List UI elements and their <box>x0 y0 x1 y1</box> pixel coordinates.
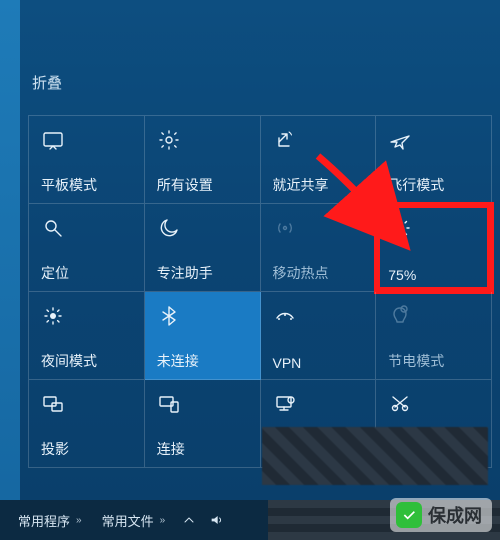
tile-label: 平板模式 <box>41 175 134 195</box>
tile-mobile-hotspot[interactable]: 移动热点 <box>261 204 377 292</box>
collapse-label[interactable]: 折叠 <box>32 72 500 93</box>
tile-label: 定位 <box>41 263 134 283</box>
battery-saver-icon <box>388 302 481 330</box>
tile-label: 飞行模式 <box>388 175 481 195</box>
night-light-icon <box>41 302 134 330</box>
tile-battery-saver[interactable]: 节电模式 <box>376 292 492 380</box>
moon-icon <box>157 214 250 242</box>
gear-icon <box>157 126 250 154</box>
censor-block <box>262 427 488 485</box>
tile-airplane-mode[interactable]: 飞行模式 <box>376 116 492 204</box>
tile-label: 投影 <box>41 439 134 459</box>
tray-overflow[interactable] <box>175 500 203 540</box>
tile-label: VPN <box>273 355 366 371</box>
connect-icon <box>157 390 250 418</box>
tile-night-light[interactable]: 夜间模式 <box>29 292 145 380</box>
network-icon <box>273 390 366 418</box>
tile-focus-assist[interactable]: 专注助手 <box>145 204 261 292</box>
tile-label: 就近共享 <box>273 175 366 195</box>
tablet-mode-icon <box>41 126 134 154</box>
tile-label: 75% <box>388 267 481 283</box>
tile-label: 夜间模式 <box>41 351 134 371</box>
desktop-sliver <box>0 0 20 540</box>
tile-location[interactable]: 定位 <box>29 204 145 292</box>
taskbar-group-label: 常用文件 <box>102 511 154 530</box>
taskbar-group-programs[interactable]: 常用程序 » <box>8 500 92 540</box>
quick-action-grid: 平板模式 所有设置 就近共享 飞行模式 定位 <box>28 115 492 468</box>
project-icon <box>41 390 134 418</box>
tile-all-settings[interactable]: 所有设置 <box>145 116 261 204</box>
tile-label: 所有设置 <box>157 175 250 195</box>
tile-vpn[interactable]: VPN <box>261 292 377 380</box>
tile-project[interactable]: 投影 <box>29 380 145 468</box>
tile-tablet-mode[interactable]: 平板模式 <box>29 116 145 204</box>
tile-label: 未连接 <box>157 351 250 371</box>
chevron-icon: » <box>76 515 82 526</box>
tile-brightness[interactable]: 75% <box>376 204 492 292</box>
location-icon <box>41 214 134 242</box>
airplane-icon <box>388 126 481 154</box>
tile-label: 节电模式 <box>388 351 481 371</box>
tray-volume[interactable] <box>203 500 231 540</box>
action-center-panel: 折叠 平板模式 所有设置 就近共享 飞行模式 <box>20 0 500 500</box>
taskbar-group-label: 常用程序 <box>18 511 70 530</box>
brightness-icon <box>388 214 481 242</box>
vpn-icon <box>273 302 366 330</box>
tile-connect[interactable]: 连接 <box>145 380 261 468</box>
taskbar-group-files[interactable]: 常用文件 » <box>92 500 176 540</box>
chevron-icon: » <box>160 515 166 526</box>
shield-icon <box>396 502 422 528</box>
tile-label: 移动热点 <box>273 263 366 283</box>
watermark: 保成网 <box>390 498 492 532</box>
tile-bluetooth[interactable]: 未连接 <box>145 292 261 380</box>
hotspot-icon <box>273 214 366 242</box>
tile-nearby-sharing[interactable]: 就近共享 <box>261 116 377 204</box>
tile-label: 专注助手 <box>157 263 250 283</box>
tile-label: 连接 <box>157 439 250 459</box>
bluetooth-icon <box>157 302 250 330</box>
share-icon <box>273 126 366 154</box>
screen-snip-icon <box>388 390 481 418</box>
watermark-text: 保成网 <box>428 502 482 528</box>
